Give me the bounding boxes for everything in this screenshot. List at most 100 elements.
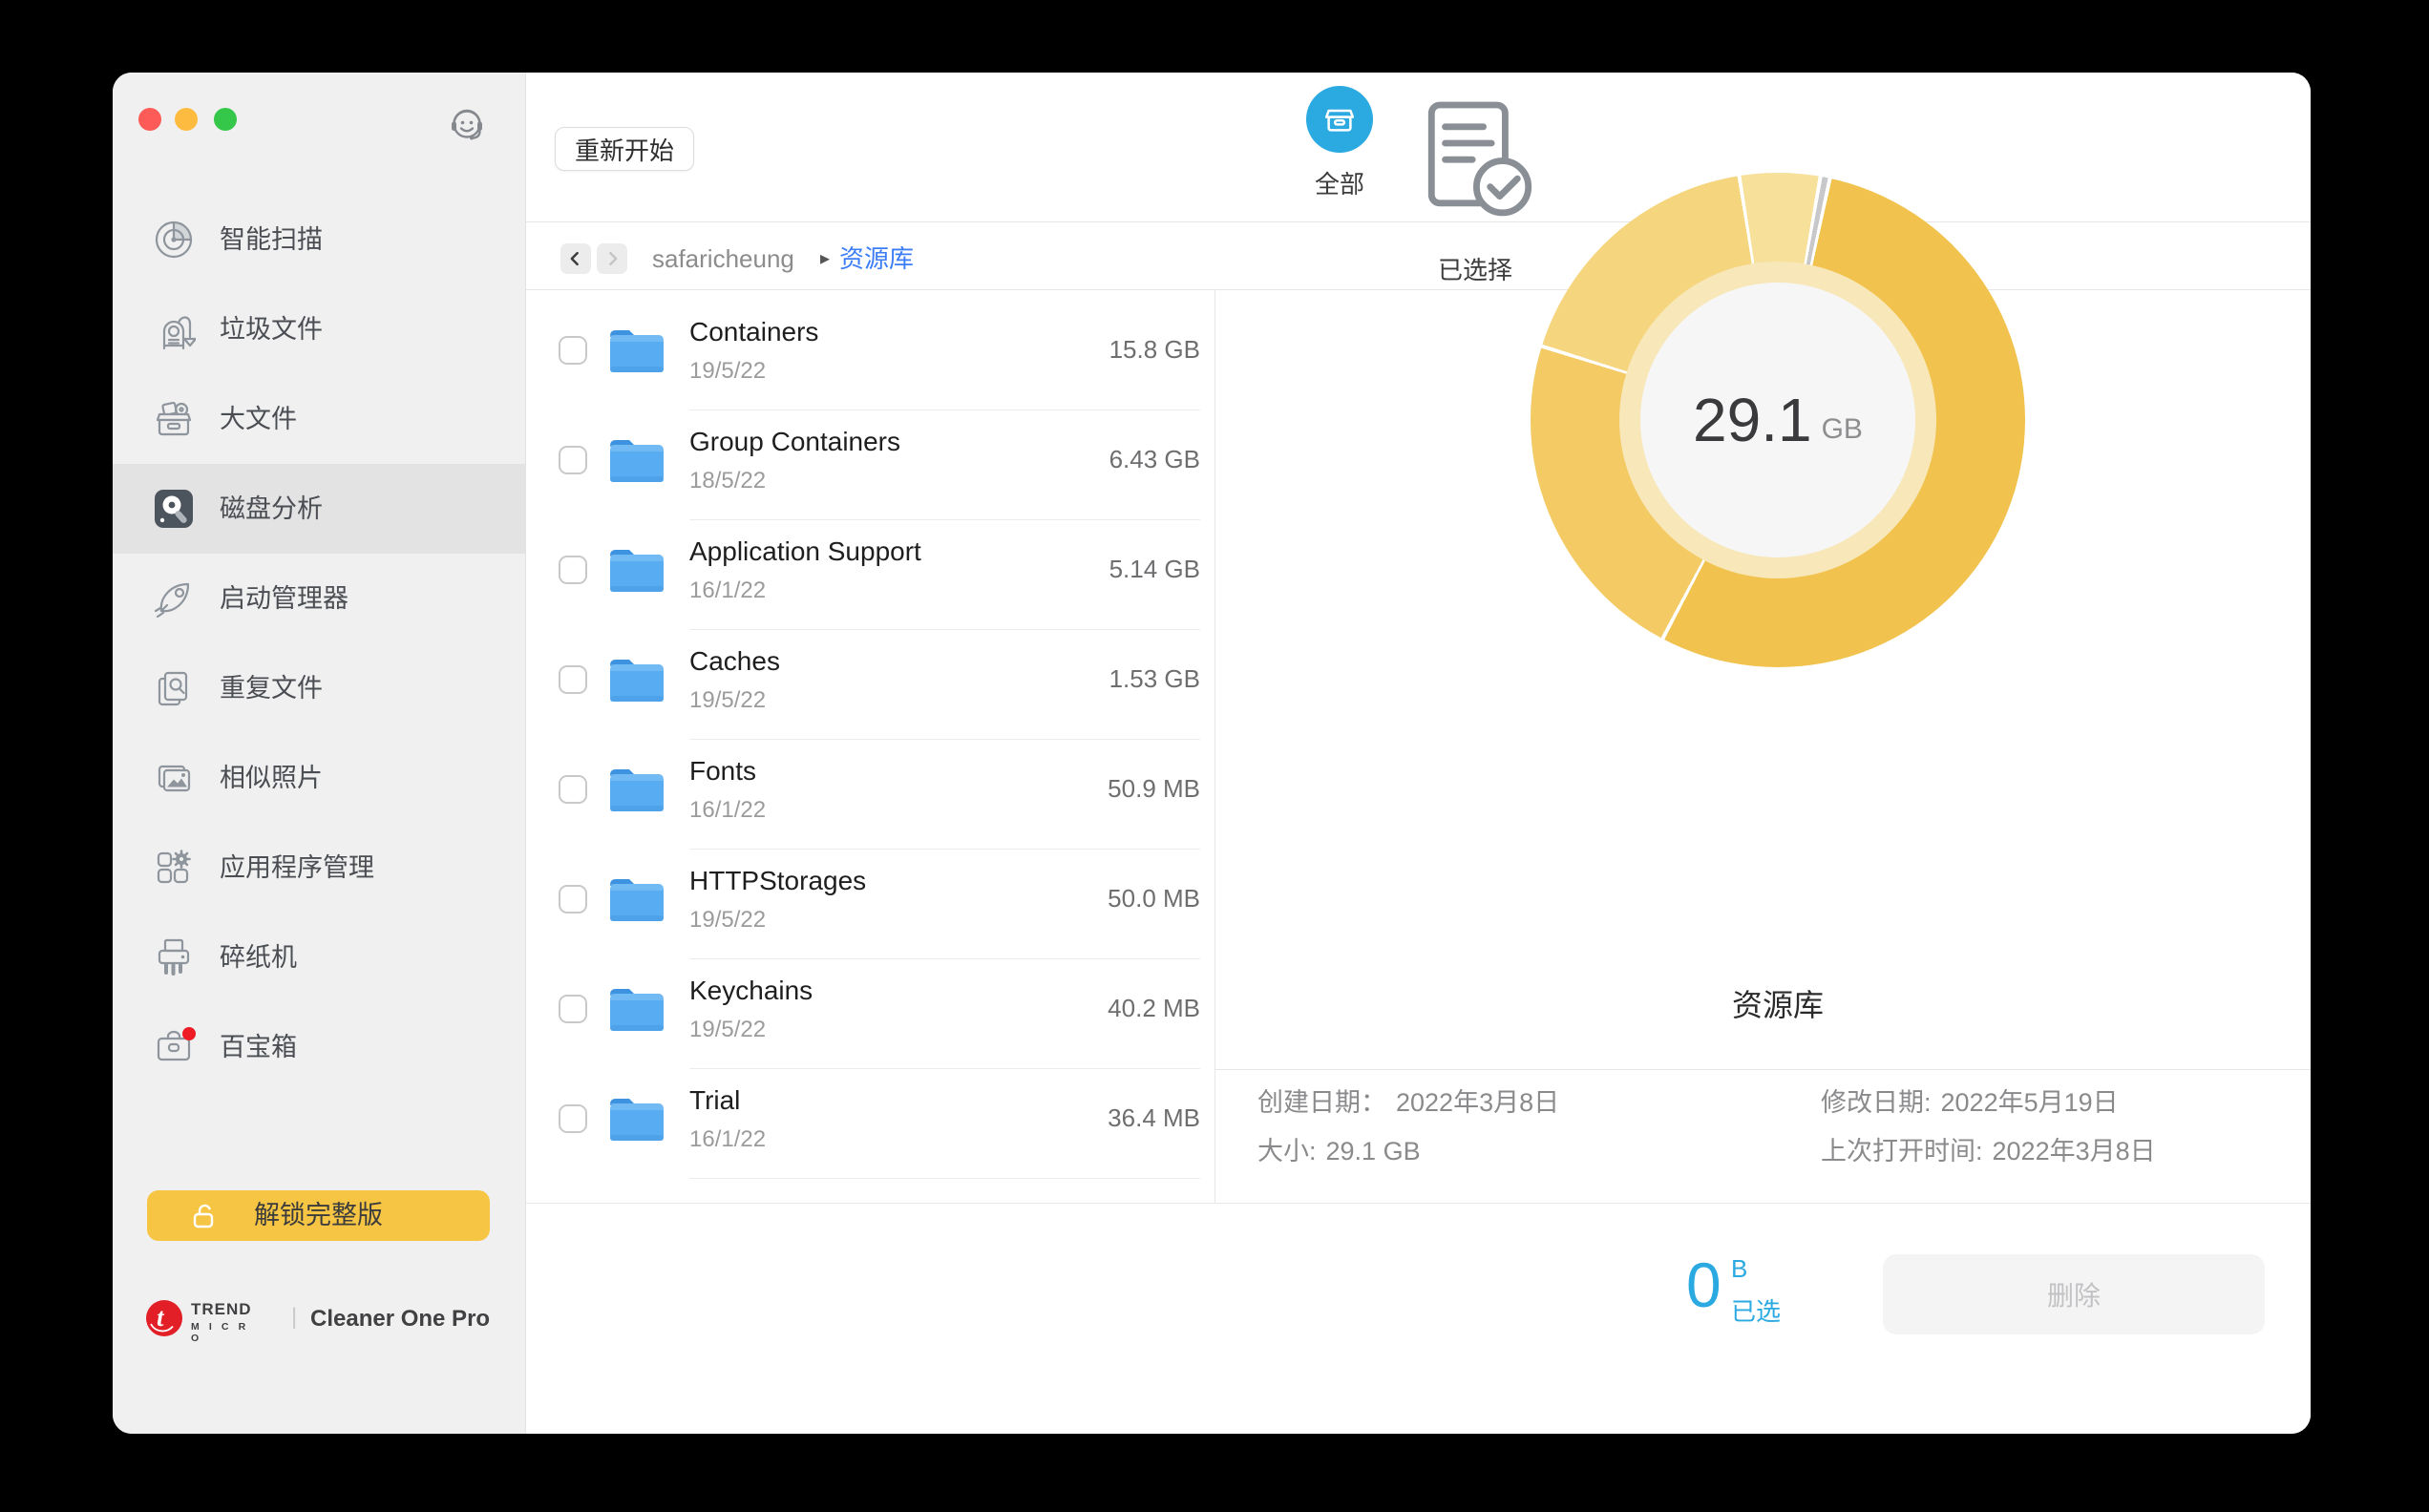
- sidebar-item-label: 启动管理器: [220, 554, 349, 643]
- sidebar-item-big-files[interactable]: 大文件: [113, 374, 526, 464]
- apps-gear-icon: [152, 846, 196, 890]
- folder-icon: [606, 653, 667, 706]
- sidebar-item-label: 碎纸机: [220, 913, 297, 1002]
- sidebar-item-duplicate-files[interactable]: 重复文件: [113, 643, 526, 733]
- file-date: 16/1/22: [689, 1126, 766, 1153]
- file-size: 5.14 GB: [1109, 555, 1200, 584]
- breadcrumb-item-library[interactable]: 资源库: [839, 243, 914, 274]
- archive-box-icon: [1306, 86, 1373, 153]
- restart-button[interactable]: 重新开始: [555, 127, 694, 171]
- row-checkbox[interactable]: [559, 885, 587, 914]
- table-row[interactable]: Application Support 16/1/22 5.14 GB: [526, 520, 1214, 630]
- duplicate-docs-icon: [152, 666, 196, 710]
- back-button[interactable]: [560, 243, 591, 274]
- selected-size-value: 0: [1686, 1249, 1721, 1321]
- delete-button[interactable]: 删除: [1883, 1254, 2265, 1334]
- checked-doc-icon: [1399, 86, 1552, 239]
- disk-usage-donut-chart: 29.1 GB: [1531, 173, 2025, 667]
- table-row[interactable]: Fonts 16/1/22 50.9 MB: [526, 740, 1214, 850]
- sidebar-item-app-manager[interactable]: 应用程序管理: [113, 823, 526, 913]
- app-window: 智能扫描 垃圾文件: [113, 73, 2311, 1434]
- file-name: Containers: [689, 317, 818, 347]
- unlock-button-label: 解锁完整版: [147, 1190, 490, 1241]
- trend-micro-logo-icon: t: [146, 1300, 182, 1336]
- table-row[interactable]: Group Containers 18/5/22 6.43 GB: [526, 410, 1214, 520]
- table-row[interactable]: Caches 19/5/22 1.53 GB: [526, 630, 1214, 740]
- sidebar-item-startup-manager[interactable]: 启动管理器: [113, 554, 526, 643]
- briefcase-icon: [152, 1025, 196, 1069]
- last-opened-info: 上次打开时间:2022年3月8日: [1821, 1135, 2156, 1167]
- row-checkbox[interactable]: [559, 1104, 587, 1133]
- file-date: 19/5/22: [689, 907, 766, 934]
- file-date: 18/5/22: [689, 468, 766, 494]
- file-size: 50.0 MB: [1108, 884, 1200, 914]
- sidebar-item-shredder[interactable]: 碎纸机: [113, 913, 526, 1002]
- total-size-value: 29.1: [1693, 385, 1812, 455]
- folder-icon: [606, 982, 667, 1036]
- sidebar-item-label: 应用程序管理: [220, 823, 374, 913]
- main-area: 重新开始 全部 已选择: [526, 73, 2311, 1434]
- folder-icon: [606, 543, 667, 597]
- donut-center: 29.1 GB: [1640, 283, 1915, 557]
- sidebar-item-disk-analysis[interactable]: 磁盘分析: [113, 464, 526, 554]
- file-name: Keychains: [689, 976, 813, 1006]
- notification-badge: [182, 1027, 196, 1040]
- table-row[interactable]: Containers 19/5/22 15.8 GB: [526, 301, 1214, 410]
- file-date: 19/5/22: [689, 358, 766, 385]
- row-checkbox[interactable]: [559, 446, 587, 474]
- row-checkbox[interactable]: [559, 995, 587, 1023]
- file-name: Fonts: [689, 756, 756, 787]
- table-row[interactable]: Trial 16/1/22 36.4 MB: [526, 1069, 1214, 1179]
- breadcrumb-divider: [526, 289, 2311, 290]
- folder-icon: [606, 433, 667, 487]
- sidebar-item-label: 磁盘分析: [220, 464, 323, 554]
- sidebar-item-toolbox[interactable]: 百宝箱: [113, 1002, 526, 1092]
- sidebar-item-label: 重复文件: [220, 643, 323, 733]
- footer-divider: [526, 1203, 2311, 1204]
- file-size: 1.53 GB: [1109, 664, 1200, 694]
- row-checkbox[interactable]: [559, 556, 587, 584]
- file-name: Trial: [689, 1085, 740, 1116]
- tab-all-label: 全部: [1263, 165, 1416, 200]
- sidebar-item-label: 大文件: [220, 374, 297, 464]
- file-size: 15.8 GB: [1109, 335, 1200, 365]
- row-divider: [689, 1178, 1200, 1179]
- box-icon: [152, 397, 196, 441]
- folder-icon: [606, 1092, 667, 1145]
- panel-title: 资源库: [1635, 981, 1921, 1025]
- rocket-icon: [152, 577, 196, 620]
- file-date: 16/1/22: [689, 578, 766, 604]
- sidebar-item-label: 垃圾文件: [220, 284, 323, 374]
- sidebar-item-smart-scan[interactable]: 智能扫描: [113, 195, 526, 284]
- trend-micro-wordmark: TREND M I C R O: [191, 1300, 252, 1344]
- forward-button[interactable]: [597, 243, 627, 274]
- table-row[interactable]: Keychains 19/5/22 40.2 MB: [526, 959, 1214, 1069]
- close-window-button[interactable]: [138, 108, 161, 131]
- list-panel-divider: [1214, 290, 1215, 1203]
- folder-icon: [606, 763, 667, 816]
- row-checkbox[interactable]: [559, 775, 587, 804]
- breadcrumb: safaricheung ▸ 资源库: [526, 222, 2311, 289]
- file-name: HTTPStorages: [689, 866, 866, 896]
- shredder-icon: [152, 935, 196, 979]
- sidebar-item-label: 智能扫描: [220, 195, 323, 284]
- sidebar-item-label: 相似照片: [220, 733, 323, 823]
- folder-icon: [606, 872, 667, 926]
- disk-magnifier-icon: [152, 487, 196, 531]
- sidebar-item-junk-files[interactable]: 垃圾文件: [113, 284, 526, 374]
- row-checkbox[interactable]: [559, 665, 587, 694]
- support-headset-icon[interactable]: [448, 103, 488, 143]
- size-info: 大小:29.1 GB: [1257, 1135, 1421, 1167]
- zoom-window-button[interactable]: [214, 108, 237, 131]
- sidebar-item-similar-photos[interactable]: 相似照片: [113, 733, 526, 823]
- info-divider: [1214, 1069, 2311, 1070]
- selected-size-unit: B: [1731, 1254, 1747, 1284]
- table-row[interactable]: HTTPStorages 19/5/22 50.0 MB: [526, 850, 1214, 959]
- unlock-full-version-button[interactable]: 解锁完整版: [147, 1190, 490, 1241]
- row-checkbox[interactable]: [559, 336, 587, 365]
- sidebar: 智能扫描 垃圾文件: [113, 73, 526, 1434]
- tab-all[interactable]: 全部: [1263, 86, 1416, 200]
- minimize-window-button[interactable]: [175, 108, 198, 131]
- file-size: 50.9 MB: [1108, 774, 1200, 804]
- breadcrumb-item-user[interactable]: safaricheung: [652, 243, 794, 274]
